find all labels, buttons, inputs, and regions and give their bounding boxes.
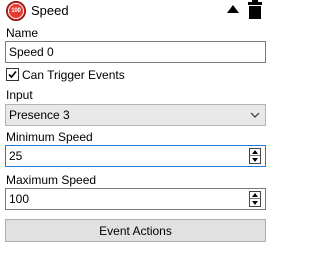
name-label: Name xyxy=(6,26,39,40)
spin-down-icon[interactable] xyxy=(252,201,258,205)
collapse-icon[interactable] xyxy=(227,5,239,13)
maximum-speed-label: Maximum Speed xyxy=(6,173,97,187)
minimum-speed-spinner[interactable] xyxy=(249,148,261,164)
maximum-speed-spinner[interactable] xyxy=(249,191,261,207)
maximum-speed-field[interactable]: 100 xyxy=(5,188,266,210)
name-value: Speed 0 xyxy=(9,45,54,59)
can-trigger-events-label: Can Trigger Events xyxy=(22,68,125,82)
speed-header: 100 Speed xyxy=(0,0,274,22)
minimum-speed-label: Minimum Speed xyxy=(6,130,93,144)
minimum-speed-value: 25 xyxy=(9,149,23,163)
trash-icon[interactable] xyxy=(248,0,262,19)
spin-up-icon[interactable] xyxy=(252,193,258,197)
input-selected-value: Presence 3 xyxy=(9,108,70,122)
spin-up-icon[interactable] xyxy=(252,150,258,154)
spin-down-icon[interactable] xyxy=(252,158,258,162)
event-actions-button[interactable]: Event Actions xyxy=(5,219,266,242)
name-field[interactable]: Speed 0 xyxy=(5,41,266,63)
speed-badge-text: 100 xyxy=(8,3,24,19)
checkmark-icon xyxy=(8,70,17,79)
chevron-down-icon xyxy=(250,112,260,118)
can-trigger-events-checkbox[interactable] xyxy=(6,68,19,81)
panel-title: Speed xyxy=(31,3,69,18)
minimum-speed-field[interactable]: 25 xyxy=(5,145,266,167)
input-label: Input xyxy=(6,88,33,102)
speed-limit-icon: 100 xyxy=(6,1,26,21)
input-select[interactable]: Presence 3 xyxy=(5,104,266,126)
maximum-speed-value: 100 xyxy=(9,192,30,206)
